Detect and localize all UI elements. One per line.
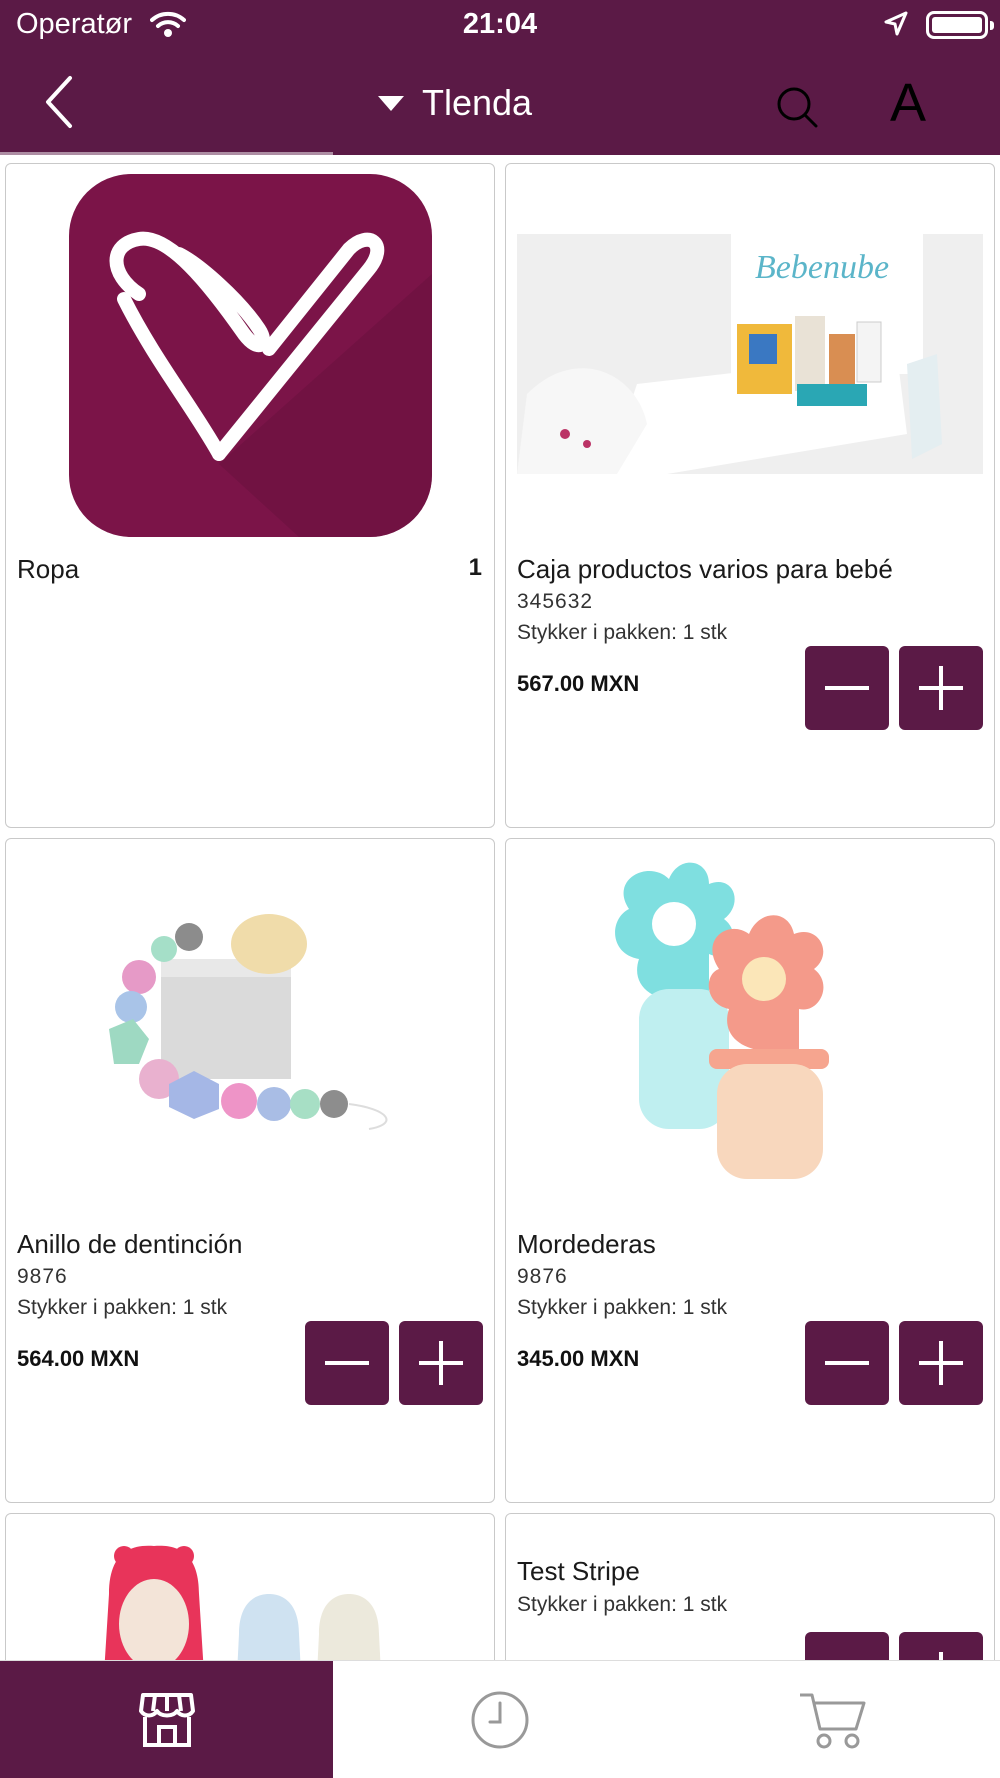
product-image: Bebenube	[517, 234, 983, 474]
product-count-badge: 1	[468, 554, 482, 581]
font-size-button[interactable]: A	[890, 76, 926, 130]
page-title: Tlenda	[422, 82, 533, 123]
product-sku: 345632	[517, 590, 594, 613]
product-image	[69, 1534, 432, 1660]
product-card[interactable]	[5, 1513, 495, 1660]
product-sku: 9876	[17, 1265, 68, 1288]
app-screen: Operatør 21:04 Tlenda A Ropa 1 Bebenube …	[0, 0, 1000, 1778]
decrease-quantity-button[interactable]	[305, 1321, 389, 1405]
product-name: Caja productos varios para bebé	[517, 554, 893, 584]
cart-icon	[799, 1693, 865, 1749]
product-card[interactable]: Mordederas 9876 Stykker i pakken: 1 stk …	[505, 838, 995, 1503]
top-bar: Operatør 21:04 Tlenda A	[0, 0, 1000, 156]
product-grid[interactable]: Ropa 1 Bebenube Caja productos varios pa…	[0, 155, 1000, 1660]
product-card[interactable]: Test Stripe Stykker i pakken: 1 stk	[505, 1513, 995, 1660]
product-image	[569, 849, 932, 1204]
tab-history[interactable]	[333, 1661, 666, 1778]
tab-cart[interactable]	[666, 1661, 999, 1778]
category-logo-image	[69, 174, 432, 537]
product-price: 345.00 MXN	[517, 1346, 640, 1371]
product-name: Test Stripe	[517, 1556, 640, 1586]
increase-quantity-button[interactable]	[899, 646, 983, 730]
search-icon[interactable]	[774, 84, 820, 130]
status-bar: Operatør 21:04	[0, 0, 1000, 50]
product-sku: 9876	[517, 1265, 568, 1288]
clock-icon	[471, 1691, 528, 1749]
battery-icon	[926, 11, 994, 39]
product-name: Ropa	[17, 554, 80, 584]
decrease-quantity-button[interactable]	[805, 1632, 889, 1660]
store-title-dropdown[interactable]: Tlenda	[378, 78, 532, 128]
product-name: Mordederas	[517, 1229, 656, 1259]
product-card[interactable]: Anillo de dentinción 9876 Stykker i pakk…	[5, 838, 495, 1503]
increase-quantity-button[interactable]	[899, 1321, 983, 1405]
location-arrow-icon	[884, 11, 908, 36]
product-card[interactable]: Bebenube Caja productos varios para bebé…	[505, 163, 995, 828]
decrease-quantity-button[interactable]	[805, 1321, 889, 1405]
increase-quantity-button[interactable]	[399, 1321, 483, 1405]
dropdown-caret-icon	[378, 95, 404, 111]
product-image-caption: Bebenube	[755, 249, 889, 286]
product-pack-size: Stykker i pakken: 1 stk	[17, 1296, 228, 1319]
product-pack-size: Stykker i pakken: 1 stk	[517, 621, 728, 644]
bottom-tab-bar	[0, 1660, 1000, 1778]
product-price: 564.00 MXN	[17, 1346, 140, 1371]
increase-quantity-button[interactable]	[899, 1632, 983, 1660]
category-card[interactable]: Ropa 1	[5, 163, 495, 828]
product-pack-size: Stykker i pakken: 1 stk	[517, 1593, 728, 1616]
decrease-quantity-button[interactable]	[805, 646, 889, 730]
product-price: 567.00 MXN	[517, 671, 640, 696]
product-pack-size: Stykker i pakken: 1 stk	[517, 1296, 728, 1319]
status-time: 21:04	[462, 8, 538, 40]
product-image	[69, 849, 432, 1179]
product-name: Anillo de dentinción	[17, 1229, 243, 1259]
tab-store[interactable]	[0, 1661, 333, 1778]
store-icon	[138, 1693, 195, 1747]
back-chevron-icon[interactable]	[38, 72, 84, 132]
